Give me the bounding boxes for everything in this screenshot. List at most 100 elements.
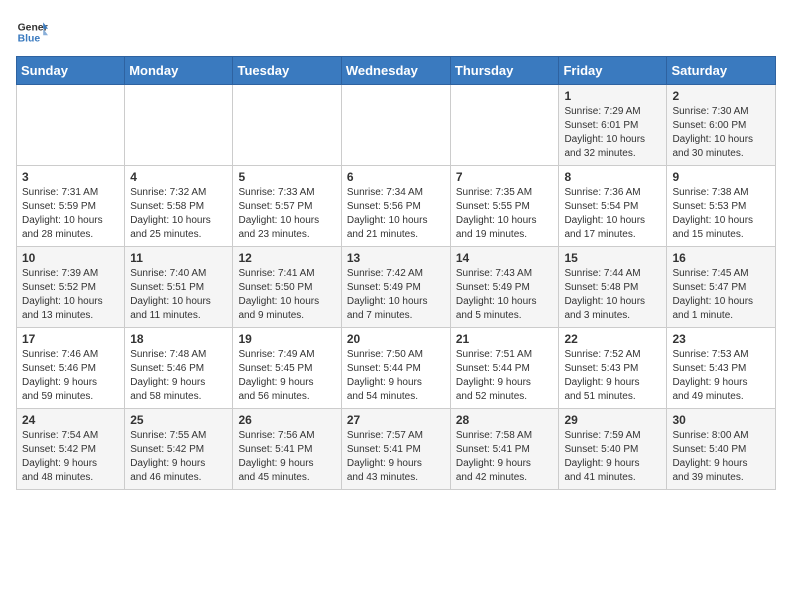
- day-number: 20: [347, 332, 445, 346]
- calendar-cell: 21Sunrise: 7:51 AMSunset: 5:44 PMDayligh…: [450, 328, 559, 409]
- day-info: Sunrise: 7:50 AMSunset: 5:44 PMDaylight:…: [347, 348, 445, 404]
- calendar-cell: 18 Sunrise: 7:48 AMSunset: 5:46 PMDayligh…: [125, 328, 233, 409]
- day-info: Sunrise: 7:41 AMSunset: 5:50 PMDaylight:…: [238, 267, 335, 323]
- calendar-week-4: 17Sunrise: 7:46 AMSunset: 5:46 PMDayligh…: [17, 328, 776, 409]
- day-number: 25: [130, 413, 227, 427]
- day-info: Sunrise: 7:51 AMSunset: 5:44 PMDaylight:…: [456, 348, 554, 404]
- day-info: Sunrise: 7:40 AMSunset: 5:51 PMDaylight:…: [130, 267, 227, 323]
- calendar-cell: 11Sunrise: 7:40 AMSunset: 5:51 PMDayligh…: [125, 247, 233, 328]
- day-number: 19: [238, 332, 335, 346]
- calendar-cell: 19 Sunrise: 7:49 AMSunset: 5:45 PMDayligh…: [233, 328, 341, 409]
- calendar-cell: 22 Sunrise: 7:52 AMSunset: 5:43 PMDayligh…: [559, 328, 667, 409]
- day-info: Sunrise: 7:29 AMSunset: 6:01 PMDaylight:…: [564, 105, 661, 161]
- day-number: 30: [672, 413, 770, 427]
- day-info: Sunrise: 7:52 AMSunset: 5:43 PMDaylight:…: [564, 348, 661, 404]
- day-number: 24: [22, 413, 119, 427]
- day-info: Sunrise: 7:58 AMSunset: 5:41 PMDaylight:…: [456, 429, 554, 485]
- calendar-weekday-saturday: Saturday: [667, 57, 776, 85]
- day-info: Sunrise: 7:44 AMSunset: 5:48 PMDaylight:…: [564, 267, 661, 323]
- calendar-cell: 27 Sunrise: 7:57 AMSunset: 5:41 PMDayligh…: [341, 409, 450, 490]
- day-info: Sunrise: 7:39 AMSunset: 5:52 PMDaylight:…: [22, 267, 119, 323]
- calendar-cell: 9 Sunrise: 7:38 AMSunset: 5:53 PMDaylight…: [667, 166, 776, 247]
- calendar-table: SundayMondayTuesdayWednesdayThursdayFrid…: [16, 56, 776, 490]
- calendar-cell: 13 Sunrise: 7:42 AMSunset: 5:49 PMDayligh…: [341, 247, 450, 328]
- day-number: 9: [672, 170, 770, 184]
- day-info: Sunrise: 7:55 AMSunset: 5:42 PMDaylight:…: [130, 429, 227, 485]
- calendar-week-5: 24Sunrise: 7:54 AMSunset: 5:42 PMDayligh…: [17, 409, 776, 490]
- calendar-cell: [341, 85, 450, 166]
- calendar-cell: 26 Sunrise: 7:56 AMSunset: 5:41 PMDayligh…: [233, 409, 341, 490]
- calendar-weekday-wednesday: Wednesday: [341, 57, 450, 85]
- day-info: Sunrise: 7:59 AMSunset: 5:40 PMDaylight:…: [564, 429, 661, 485]
- calendar-cell: 8 Sunrise: 7:36 AMSunset: 5:54 PMDaylight…: [559, 166, 667, 247]
- day-info: Sunrise: 7:53 AMSunset: 5:43 PMDaylight:…: [672, 348, 770, 404]
- day-number: 1: [564, 89, 661, 103]
- calendar-week-2: 3 Sunrise: 7:31 AMSunset: 5:59 PMDaylight…: [17, 166, 776, 247]
- day-info: Sunrise: 7:35 AMSunset: 5:55 PMDaylight:…: [456, 186, 554, 242]
- day-info: Sunrise: 7:33 AMSunset: 5:57 PMDaylight:…: [238, 186, 335, 242]
- calendar-cell: 25 Sunrise: 7:55 AMSunset: 5:42 PMDayligh…: [125, 409, 233, 490]
- page-header: General Blue: [16, 16, 776, 48]
- day-number: 28: [456, 413, 554, 427]
- calendar-cell: 10 Sunrise: 7:39 AMSunset: 5:52 PMDayligh…: [17, 247, 125, 328]
- day-number: 13: [347, 251, 445, 265]
- day-number: 5: [238, 170, 335, 184]
- day-number: 14: [456, 251, 554, 265]
- day-info: Sunrise: 7:30 AMSunset: 6:00 PMDaylight:…: [672, 105, 770, 161]
- calendar-header-row: SundayMondayTuesdayWednesdayThursdayFrid…: [17, 57, 776, 85]
- day-number: 2: [672, 89, 770, 103]
- day-info: Sunrise: 7:43 AMSunset: 5:49 PMDaylight:…: [456, 267, 554, 323]
- day-number: 17: [22, 332, 119, 346]
- day-info: Sunrise: 8:00 AMSunset: 5:40 PMDaylight:…: [672, 429, 770, 485]
- svg-text:Blue: Blue: [18, 34, 41, 45]
- calendar-cell: 4Sunrise: 7:32 AMSunset: 5:58 PMDaylight…: [125, 166, 233, 247]
- day-number: 15: [564, 251, 661, 265]
- day-number: 12: [238, 251, 335, 265]
- calendar-cell: 28 Sunrise: 7:58 AMSunset: 5:41 PMDayligh…: [450, 409, 559, 490]
- day-info: Sunrise: 7:34 AMSunset: 5:56 PMDaylight:…: [347, 186, 445, 242]
- day-number: 8: [564, 170, 661, 184]
- calendar-cell: 7 Sunrise: 7:35 AMSunset: 5:55 PMDaylight…: [450, 166, 559, 247]
- calendar-cell: [450, 85, 559, 166]
- day-number: 16: [672, 251, 770, 265]
- day-info: Sunrise: 7:42 AMSunset: 5:49 PMDaylight:…: [347, 267, 445, 323]
- calendar-cell: 6 Sunrise: 7:34 AMSunset: 5:56 PMDaylight…: [341, 166, 450, 247]
- day-info: Sunrise: 7:32 AMSunset: 5:58 PMDaylight:…: [130, 186, 227, 242]
- calendar-cell: 12 Sunrise: 7:41 AMSunset: 5:50 PMDayligh…: [233, 247, 341, 328]
- day-info: Sunrise: 7:48 AMSunset: 5:46 PMDaylight:…: [130, 348, 227, 404]
- day-info: Sunrise: 7:45 AMSunset: 5:47 PMDaylight:…: [672, 267, 770, 323]
- calendar-week-1: 1 Sunrise: 7:29 AMSunset: 6:01 PMDaylight…: [17, 85, 776, 166]
- day-number: 3: [22, 170, 119, 184]
- logo: General Blue: [16, 16, 48, 48]
- day-number: 7: [456, 170, 554, 184]
- logo-icon: General Blue: [16, 16, 48, 48]
- calendar-cell: 16 Sunrise: 7:45 AMSunset: 5:47 PMDayligh…: [667, 247, 776, 328]
- day-info: Sunrise: 7:49 AMSunset: 5:45 PMDaylight:…: [238, 348, 335, 404]
- day-number: 18: [130, 332, 227, 346]
- calendar-week-3: 10 Sunrise: 7:39 AMSunset: 5:52 PMDayligh…: [17, 247, 776, 328]
- day-info: Sunrise: 7:38 AMSunset: 5:53 PMDaylight:…: [672, 186, 770, 242]
- day-number: 6: [347, 170, 445, 184]
- calendar-cell: 15 Sunrise: 7:44 AMSunset: 5:48 PMDayligh…: [559, 247, 667, 328]
- calendar-cell: 30 Sunrise: 8:00 AMSunset: 5:40 PMDayligh…: [667, 409, 776, 490]
- calendar-cell: 1 Sunrise: 7:29 AMSunset: 6:01 PMDaylight…: [559, 85, 667, 166]
- calendar-cell: [125, 85, 233, 166]
- day-number: 27: [347, 413, 445, 427]
- day-info: Sunrise: 7:36 AMSunset: 5:54 PMDaylight:…: [564, 186, 661, 242]
- calendar-weekday-tuesday: Tuesday: [233, 57, 341, 85]
- day-info: Sunrise: 7:31 AMSunset: 5:59 PMDaylight:…: [22, 186, 119, 242]
- calendar-weekday-sunday: Sunday: [17, 57, 125, 85]
- day-number: 22: [564, 332, 661, 346]
- calendar-weekday-monday: Monday: [125, 57, 233, 85]
- day-number: 10: [22, 251, 119, 265]
- calendar-cell: 29 Sunrise: 7:59 AMSunset: 5:40 PMDayligh…: [559, 409, 667, 490]
- calendar-cell: 2 Sunrise: 7:30 AMSunset: 6:00 PMDaylight…: [667, 85, 776, 166]
- calendar-cell: 17Sunrise: 7:46 AMSunset: 5:46 PMDayligh…: [17, 328, 125, 409]
- calendar-cell: 5 Sunrise: 7:33 AMSunset: 5:57 PMDaylight…: [233, 166, 341, 247]
- day-number: 29: [564, 413, 661, 427]
- day-number: 26: [238, 413, 335, 427]
- day-number: 23: [672, 332, 770, 346]
- day-info: Sunrise: 7:57 AMSunset: 5:41 PMDaylight:…: [347, 429, 445, 485]
- day-info: Sunrise: 7:56 AMSunset: 5:41 PMDaylight:…: [238, 429, 335, 485]
- calendar-cell: 3 Sunrise: 7:31 AMSunset: 5:59 PMDaylight…: [17, 166, 125, 247]
